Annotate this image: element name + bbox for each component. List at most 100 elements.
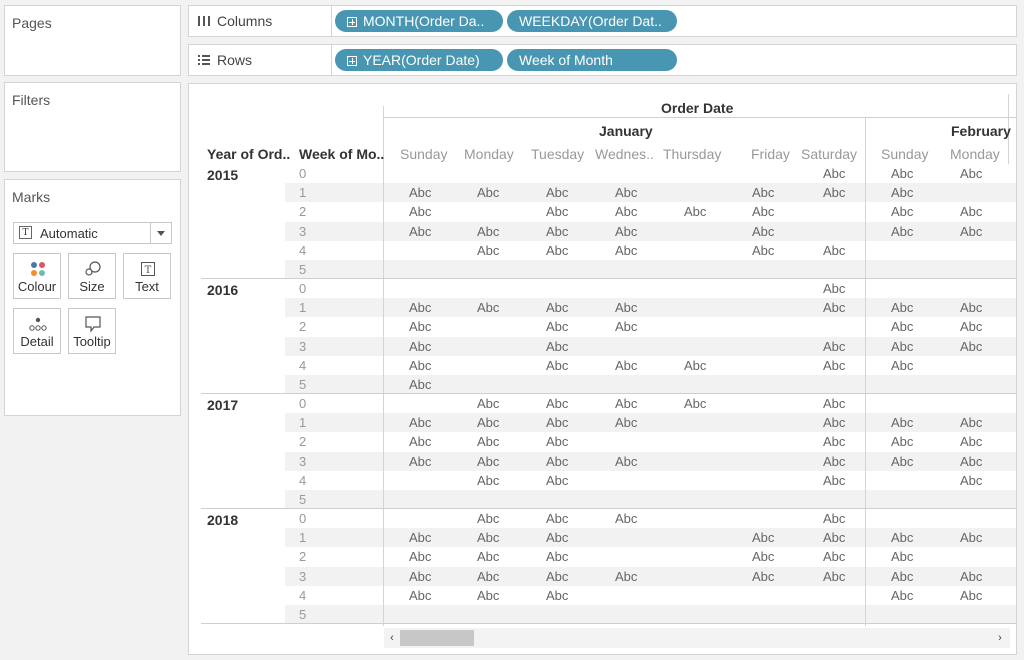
calendar-cell[interactable]: Abc bbox=[752, 549, 774, 564]
weekday-header[interactable]: Sunday bbox=[881, 146, 928, 162]
calendar-cell[interactable]: Abc bbox=[960, 454, 982, 469]
calendar-cell[interactable]: Abc bbox=[891, 530, 913, 545]
expand-icon[interactable] bbox=[347, 56, 357, 66]
calendar-cell[interactable]: Abc bbox=[684, 358, 706, 373]
calendar-cell[interactable]: Abc bbox=[891, 300, 913, 315]
weekday-header[interactable]: Friday bbox=[751, 146, 790, 162]
year-order-date-pill[interactable]: YEAR(Order Date) bbox=[335, 49, 503, 71]
calendar-cell[interactable]: Abc bbox=[546, 473, 568, 488]
calendar-cell[interactable]: Abc bbox=[546, 243, 568, 258]
calendar-cell[interactable]: Abc bbox=[477, 569, 499, 584]
calendar-cell[interactable]: Abc bbox=[546, 415, 568, 430]
calendar-cell[interactable]: Abc bbox=[409, 434, 431, 449]
week-of-month-pill[interactable]: Week of Month bbox=[507, 49, 677, 71]
week-label[interactable]: 1 bbox=[299, 185, 306, 200]
calendar-cell[interactable]: Abc bbox=[960, 473, 982, 488]
calendar-cell[interactable]: Abc bbox=[891, 358, 913, 373]
calendar-cell[interactable]: Abc bbox=[752, 185, 774, 200]
calendar-cell[interactable]: Abc bbox=[409, 358, 431, 373]
week-label[interactable]: 0 bbox=[299, 396, 306, 411]
calendar-cell[interactable]: Abc bbox=[823, 415, 845, 430]
calendar-cell[interactable]: Abc bbox=[615, 569, 637, 584]
calendar-cell[interactable]: Abc bbox=[823, 530, 845, 545]
tooltip-button[interactable]: Tooltip bbox=[68, 308, 116, 354]
calendar-cell[interactable]: Abc bbox=[409, 530, 431, 545]
calendar-cell[interactable]: Abc bbox=[477, 434, 499, 449]
calendar-cell[interactable]: Abc bbox=[823, 339, 845, 354]
calendar-cell[interactable]: Abc bbox=[409, 204, 431, 219]
calendar-cell[interactable]: Abc bbox=[615, 454, 637, 469]
calendar-cell[interactable]: Abc bbox=[409, 588, 431, 603]
calendar-cell[interactable]: Abc bbox=[477, 549, 499, 564]
calendar-cell[interactable]: Abc bbox=[615, 415, 637, 430]
pages-panel[interactable]: Pages bbox=[4, 5, 181, 76]
calendar-cell[interactable]: Abc bbox=[409, 224, 431, 239]
calendar-cell[interactable]: Abc bbox=[546, 588, 568, 603]
month-order-date-pill[interactable]: MONTH(Order Da.. bbox=[335, 10, 503, 32]
calendar-cell[interactable]: Abc bbox=[960, 319, 982, 334]
week-label[interactable]: 4 bbox=[299, 588, 306, 603]
expand-icon[interactable] bbox=[347, 17, 357, 27]
calendar-cell[interactable]: Abc bbox=[409, 185, 431, 200]
calendar-cell[interactable]: Abc bbox=[546, 511, 568, 526]
calendar-cell[interactable]: Abc bbox=[823, 434, 845, 449]
calendar-cell[interactable]: Abc bbox=[409, 319, 431, 334]
calendar-cell[interactable]: Abc bbox=[477, 300, 499, 315]
calendar-cell[interactable]: Abc bbox=[960, 415, 982, 430]
calendar-cell[interactable]: Abc bbox=[477, 530, 499, 545]
year-label[interactable]: 2017 bbox=[207, 397, 238, 413]
calendar-cell[interactable]: Abc bbox=[409, 415, 431, 430]
calendar-cell[interactable]: Abc bbox=[546, 204, 568, 219]
detail-button[interactable]: Detail bbox=[13, 308, 61, 354]
calendar-cell[interactable]: Abc bbox=[409, 300, 431, 315]
calendar-cell[interactable]: Abc bbox=[891, 204, 913, 219]
week-label[interactable]: 5 bbox=[299, 492, 306, 507]
week-of-month-header[interactable]: Week of Mo.. bbox=[299, 146, 384, 162]
rows-shelf[interactable]: Rows YEAR(Order Date) Week of Month bbox=[188, 44, 1017, 76]
calendar-cell[interactable]: Abc bbox=[546, 434, 568, 449]
calendar-cell[interactable]: Abc bbox=[752, 569, 774, 584]
week-label[interactable]: 5 bbox=[299, 262, 306, 277]
weekday-header[interactable]: Monday bbox=[950, 146, 1000, 162]
scroll-right-icon[interactable]: › bbox=[994, 632, 1006, 644]
week-label[interactable]: 3 bbox=[299, 224, 306, 239]
calendar-cell[interactable]: Abc bbox=[684, 396, 706, 411]
colour-button[interactable]: Colour bbox=[13, 253, 61, 299]
calendar-cell[interactable]: Abc bbox=[546, 185, 568, 200]
week-label[interactable]: 2 bbox=[299, 319, 306, 334]
week-label[interactable]: 1 bbox=[299, 415, 306, 430]
calendar-cell[interactable]: Abc bbox=[615, 243, 637, 258]
calendar-cell[interactable]: Abc bbox=[615, 511, 637, 526]
calendar-cell[interactable]: Abc bbox=[477, 185, 499, 200]
calendar-cell[interactable]: Abc bbox=[823, 166, 845, 181]
calendar-cell[interactable]: Abc bbox=[615, 204, 637, 219]
month-header-february[interactable]: February bbox=[951, 123, 1011, 139]
columns-shelf[interactable]: Columns MONTH(Order Da.. WEEKDAY(Order D… bbox=[188, 5, 1017, 37]
calendar-cell[interactable]: Abc bbox=[409, 339, 431, 354]
calendar-cell[interactable]: Abc bbox=[891, 415, 913, 430]
calendar-cell[interactable]: Abc bbox=[891, 434, 913, 449]
calendar-cell[interactable]: Abc bbox=[752, 224, 774, 239]
week-label[interactable]: 5 bbox=[299, 377, 306, 392]
calendar-cell[interactable]: Abc bbox=[823, 300, 845, 315]
calendar-cell[interactable]: Abc bbox=[960, 434, 982, 449]
size-button[interactable]: Size bbox=[68, 253, 116, 299]
week-label[interactable]: 3 bbox=[299, 569, 306, 584]
week-label[interactable]: 2 bbox=[299, 549, 306, 564]
calendar-cell[interactable]: Abc bbox=[615, 300, 637, 315]
year-label[interactable]: 2018 bbox=[207, 512, 238, 528]
calendar-cell[interactable]: Abc bbox=[823, 281, 845, 296]
month-header-january[interactable]: January bbox=[599, 123, 653, 139]
week-label[interactable]: 0 bbox=[299, 511, 306, 526]
scroll-thumb[interactable] bbox=[400, 630, 474, 646]
calendar-cell[interactable]: Abc bbox=[546, 569, 568, 584]
calendar-cell[interactable]: Abc bbox=[823, 473, 845, 488]
calendar-cell[interactable]: Abc bbox=[891, 588, 913, 603]
week-label[interactable]: 5 bbox=[299, 607, 306, 622]
scroll-left-icon[interactable]: ‹ bbox=[386, 632, 398, 644]
calendar-cell[interactable]: Abc bbox=[546, 224, 568, 239]
calendar-cell[interactable]: Abc bbox=[752, 204, 774, 219]
calendar-cell[interactable]: Abc bbox=[684, 204, 706, 219]
calendar-cell[interactable]: Abc bbox=[752, 243, 774, 258]
week-label[interactable]: 1 bbox=[299, 530, 306, 545]
